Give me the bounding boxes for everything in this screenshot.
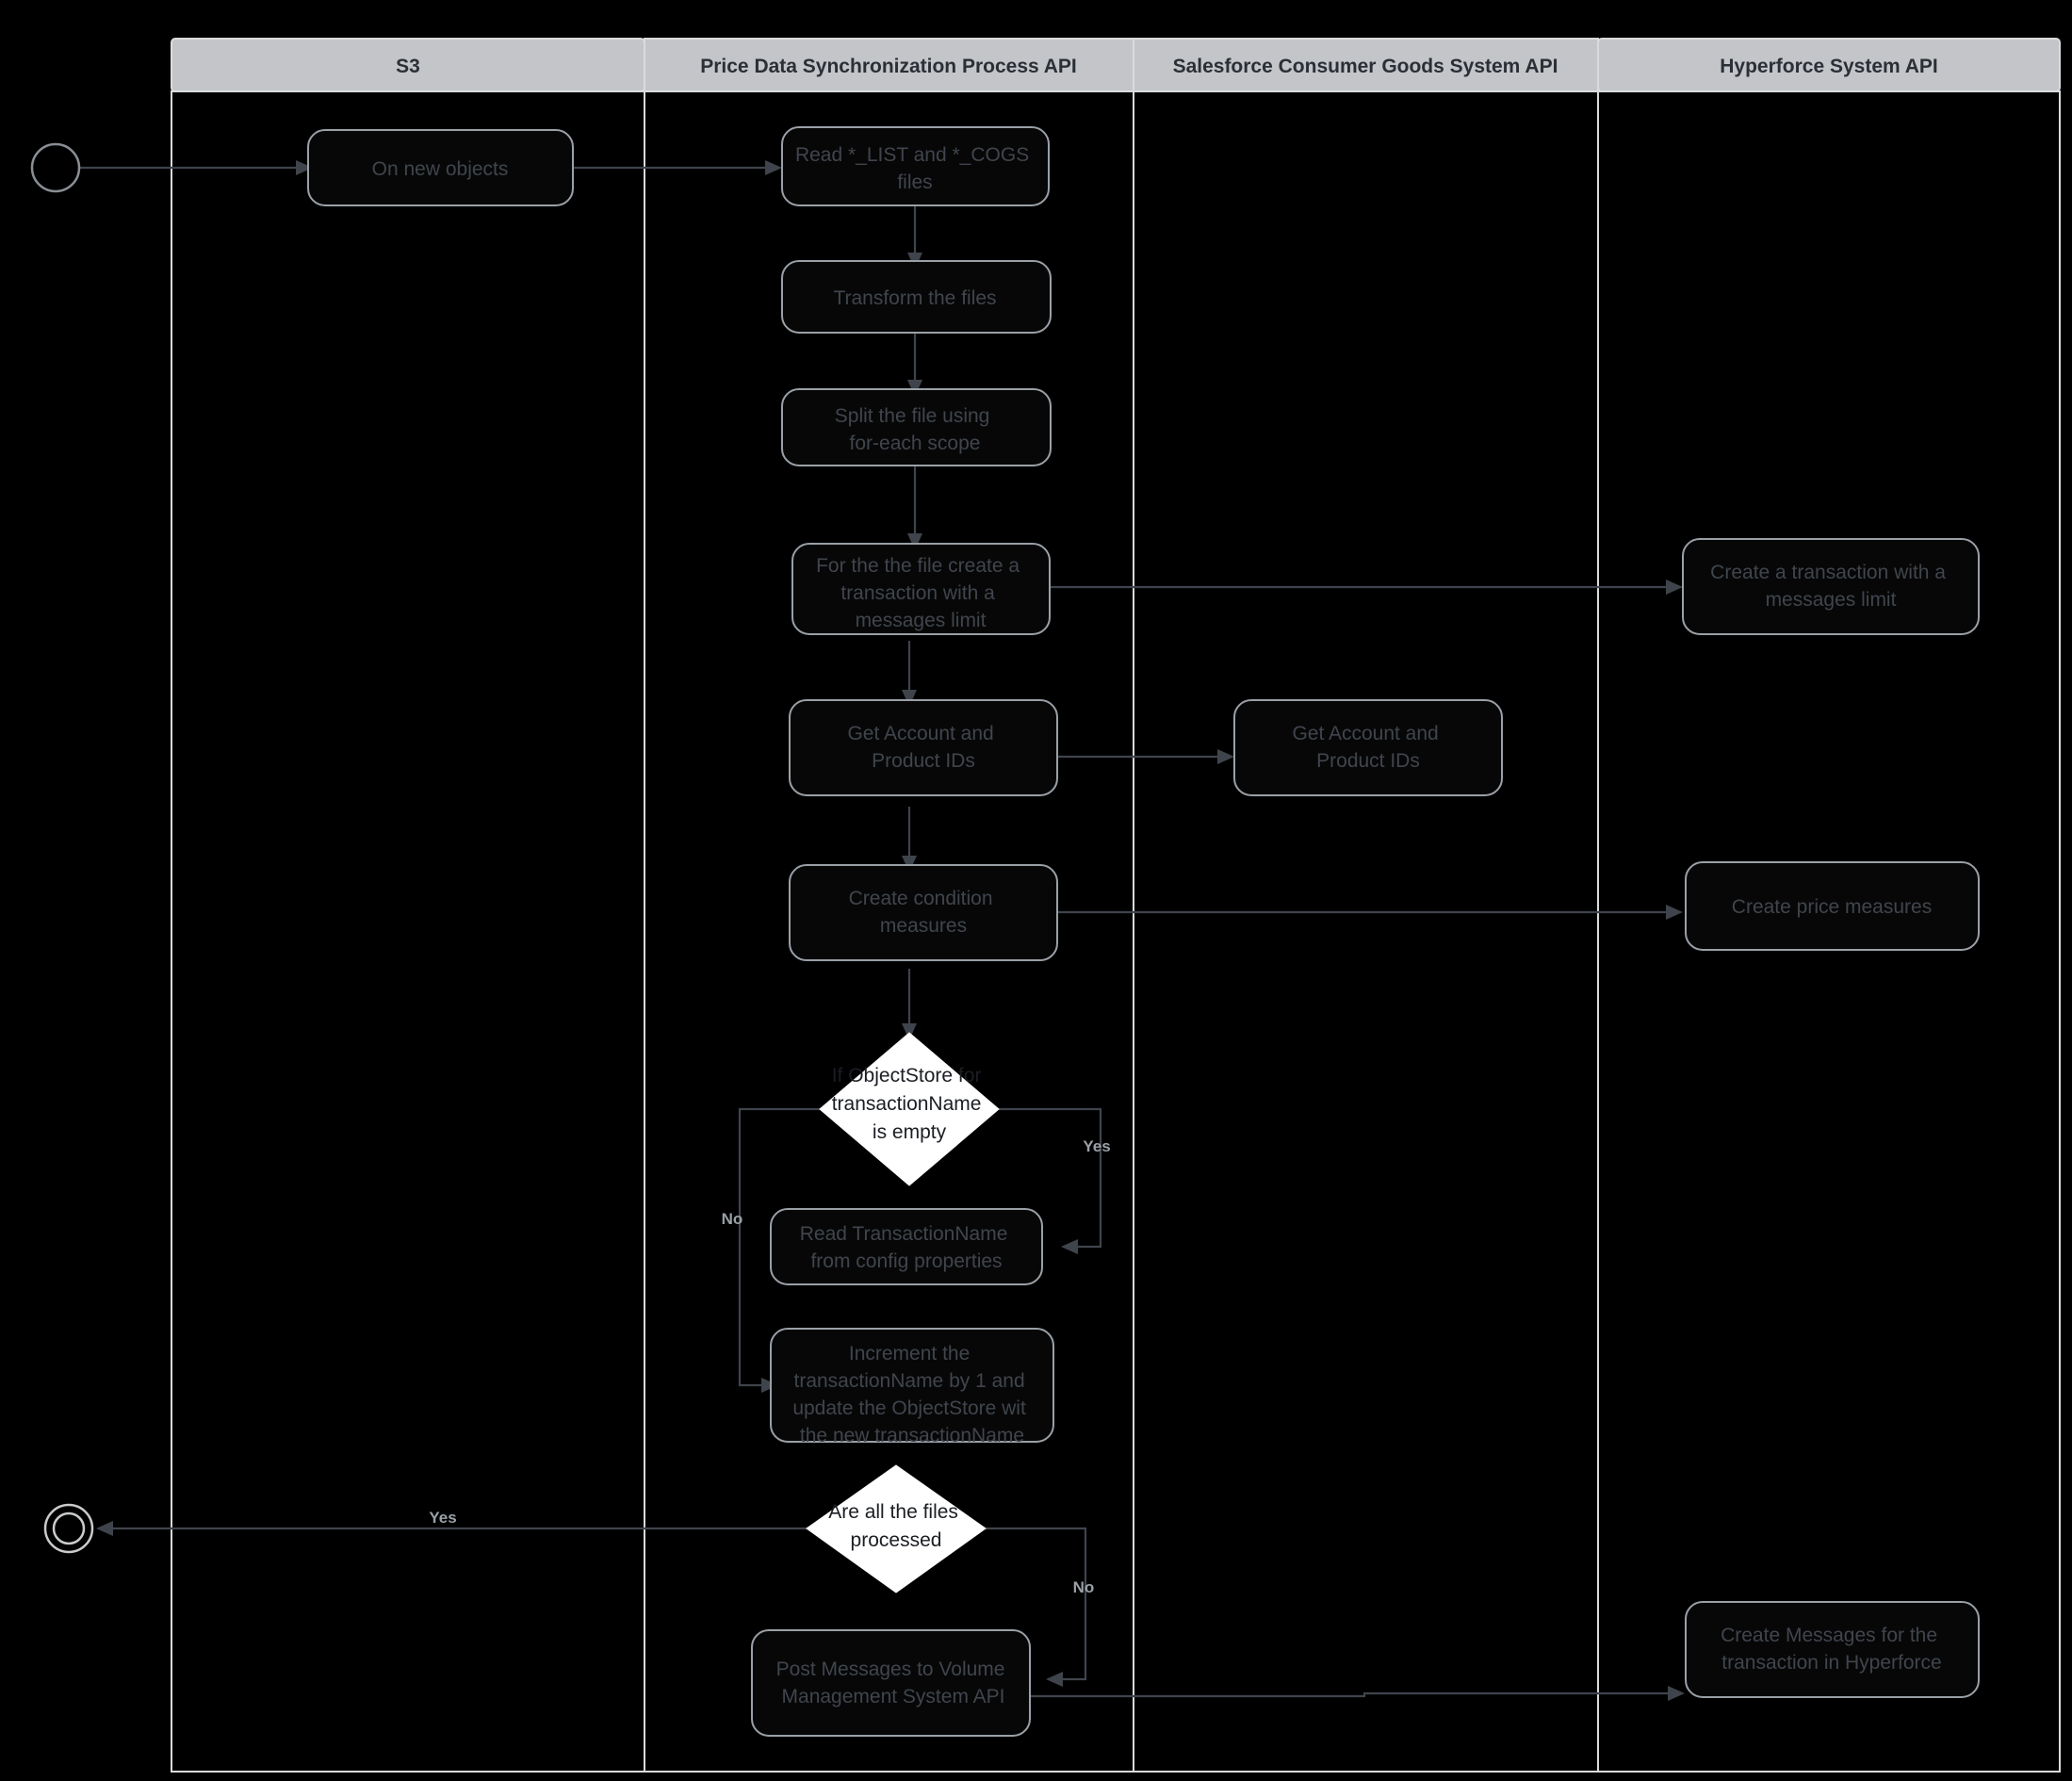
diagram-canvas: S3 Price Data Synchronization Process AP…	[0, 0, 2072, 1781]
node-line: Management System API	[782, 1686, 1005, 1707]
edge-start-to-on-new	[76, 160, 313, 175]
node-line: Get Account and	[847, 723, 993, 744]
node-line: from config properties	[810, 1250, 1002, 1272]
node-line: Create Messages for the	[1721, 1625, 1937, 1646]
node-line: files	[897, 172, 932, 193]
node-line: Post Messages to Volume	[776, 1658, 1005, 1680]
lane-salesforce: Salesforce Consumer Goods System API	[1133, 38, 1599, 1773]
node-line: Create condition	[849, 888, 993, 909]
edge-transform-to-split	[907, 333, 922, 397]
lane-title-s3: S3	[396, 56, 420, 77]
node-line: Increment the	[849, 1343, 970, 1364]
lane-title-hyperforce: Hyperforce System API	[1720, 56, 1937, 77]
node-line: Get Account and	[1292, 723, 1438, 744]
edge-post-msgs-to-hf-messages	[1030, 1686, 1685, 1701]
edge-label-if-no: No	[722, 1210, 743, 1228]
edge-label-if-yes: Yes	[1083, 1137, 1110, 1155]
edge-create-txn-to-get-ids-proc	[902, 641, 917, 707]
lane-title-salesforce: Salesforce Consumer Goods System API	[1173, 56, 1558, 77]
node-line: is empty	[873, 1121, 947, 1143]
node-on-new-objects[interactable]: On new objects	[307, 129, 574, 206]
node-are-all-files-processed[interactable]: Are all the files processed	[806, 1464, 987, 1593]
node-increment-transactionname[interactable]: Increment the transactionName by 1 and u…	[770, 1328, 1054, 1446]
node-if-objectstore-empty[interactable]: If ObjectStore for transactionName is em…	[819, 1032, 1000, 1186]
node-line: Product IDs	[1316, 750, 1420, 772]
node-line: If ObjectStore for	[832, 1065, 982, 1087]
node-line: Create a transaction with a	[1710, 562, 1946, 583]
edge-label-all-yes: Yes	[429, 1509, 456, 1527]
edge-create-txn-to-hf-create-txn	[1050, 580, 1683, 595]
node-line: On new objects	[372, 158, 509, 180]
node-create-transaction[interactable]: For the the file create a transaction wi…	[791, 543, 1051, 635]
lane-s3: S3	[171, 38, 645, 1773]
lane-body-salesforce	[1133, 90, 1599, 1773]
edge-cond-meas-to-if-objstore	[902, 969, 917, 1040]
node-split-file[interactable]: Split the file using for-each scope	[781, 388, 1052, 466]
node-post-messages[interactable]: Post Messages to Volume Management Syste…	[751, 1629, 1031, 1737]
edge-get-ids-proc-to-cond-meas	[902, 807, 917, 873]
node-line: transactionName	[832, 1093, 982, 1115]
node-line: the new transactionName	[800, 1425, 1024, 1446]
node-line: Read TransactionName	[800, 1223, 1008, 1245]
node-line: Read *_LIST and *_COGS	[795, 144, 1029, 166]
edge-read-files-to-transform	[907, 205, 922, 270]
lane-title-process: Price Data Synchronization Process API	[700, 56, 1077, 77]
node-hf-create-price-measures[interactable]: Create price measures	[1685, 861, 1980, 951]
node-line: for-each scope	[850, 433, 981, 454]
edge-split-to-create-txn	[907, 466, 922, 550]
node-line: Transform the files	[833, 287, 996, 309]
edge-get-ids-proc-to-get-ids-sf	[1057, 749, 1234, 764]
edge-label-all-no: No	[1073, 1578, 1095, 1596]
node-line: measures	[880, 915, 967, 937]
swimlane-diagram: S3 Price Data Synchronization Process AP…	[30, 38, 2061, 1773]
node-hf-create-messages[interactable]: Create Messages for the transaction in H…	[1685, 1601, 1980, 1698]
node-hf-create-transaction[interactable]: Create a transaction with a messages lim…	[1682, 538, 1980, 635]
node-read-transactionname[interactable]: Read TransactionName from config propert…	[770, 1208, 1043, 1285]
lane-body-s3	[171, 90, 645, 1773]
edge-all-files-yes: Yes	[96, 1509, 808, 1536]
node-line: Split the file using	[835, 405, 990, 427]
node-line: processed	[851, 1529, 942, 1551]
node-create-condition-measures[interactable]: Create condition measures	[789, 864, 1058, 961]
node-get-ids-salesforce[interactable]: Get Account and Product IDs	[1233, 699, 1503, 796]
edge-cond-meas-to-hf-price	[1057, 905, 1683, 920]
node-start	[30, 142, 81, 193]
node-line: messages limit	[1766, 589, 1897, 611]
svg-text:On new objects: On new objects	[372, 158, 509, 180]
node-line: transactionName by 1 and	[794, 1370, 1025, 1392]
svg-text:Transform the files: Transform the files	[833, 287, 996, 309]
node-end	[43, 1503, 94, 1554]
node-line: Product IDs	[872, 750, 975, 772]
svg-text:Create price measures: Create price measures	[1732, 896, 1932, 918]
edge-on-new-to-read-files	[573, 160, 782, 175]
node-line: messages limit	[856, 610, 987, 631]
node-line: update the ObjectStore wit	[792, 1397, 1026, 1419]
node-transform-files[interactable]: Transform the files	[781, 260, 1052, 334]
node-line: transaction in Hyperforce	[1721, 1652, 1941, 1674]
node-get-ids-process[interactable]: Get Account and Product IDs	[789, 699, 1058, 796]
node-line: transaction with a	[840, 582, 995, 604]
node-read-files[interactable]: Read *_LIST and *_COGS files	[781, 126, 1050, 206]
node-line: For the the file create a	[816, 555, 1020, 577]
node-line: Create price measures	[1732, 896, 1932, 918]
node-line: Are all the files	[828, 1501, 958, 1523]
